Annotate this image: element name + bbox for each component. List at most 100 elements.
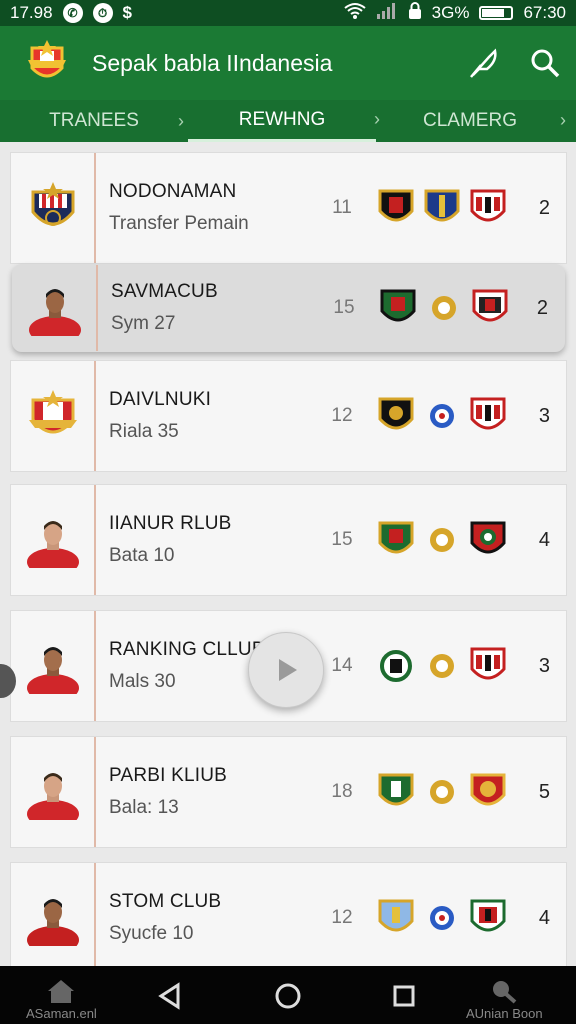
club-subtitle: Riala 35 — [109, 421, 179, 442]
list-item[interactable]: NODONAMAN Transfer Pemain 11 2 — [10, 152, 567, 264]
club-crest — [11, 153, 96, 263]
rank-number: 4 — [538, 528, 550, 551]
nav-home[interactable]: ASaman.enl — [26, 978, 97, 1021]
home-icon — [48, 980, 75, 1003]
played-count: 15 — [333, 297, 355, 318]
status-clock: 67:30 — [523, 3, 566, 22]
badge-icon — [432, 296, 456, 320]
status-bar: 17.98 ✆ ⏱ $ 3G% 67:30 — [0, 0, 576, 26]
played-count: 12 — [331, 405, 353, 426]
opponent-badges — [377, 185, 507, 231]
battery-icon — [479, 6, 514, 20]
badge-icon — [378, 773, 414, 806]
club-subtitle: Syucfe 10 — [109, 923, 194, 944]
club-subtitle: Transfer Pemain — [109, 213, 249, 234]
player-photo — [13, 265, 98, 351]
club-name: PARBI KLIUB — [109, 765, 227, 786]
tab-bar: TRANEES › REWHNG › CLAMERG › — [0, 100, 576, 142]
opponent-badges — [377, 517, 507, 563]
player-photo — [11, 863, 96, 973]
rank-number: 5 — [538, 780, 550, 803]
tab-rewhng[interactable]: REWHNG › — [188, 100, 380, 142]
app-bar: Sepak babla IIndanesia — [0, 26, 576, 100]
badge-icon — [470, 189, 506, 222]
opponent-badges — [377, 393, 507, 439]
tab-tranees[interactable]: TRANEES › — [0, 100, 188, 142]
chevron-right-icon: › — [560, 110, 566, 130]
rank-number: 2 — [536, 296, 548, 319]
list-item[interactable]: DAIVLNUKI Riala 35 12 3 — [10, 360, 567, 472]
badge-icon — [470, 397, 506, 430]
player-photo — [11, 485, 96, 595]
rank-number: 4 — [538, 906, 550, 929]
notification-icon: ✆ — [62, 3, 83, 23]
player-photo — [11, 737, 96, 847]
player-avatar-icon — [26, 899, 79, 946]
tab-clamerg[interactable]: CLAMERG — [376, 100, 564, 142]
player-avatar-icon — [28, 289, 81, 336]
signal-icon — [376, 2, 398, 25]
played-count: 11 — [332, 197, 352, 218]
badge-icon — [470, 647, 506, 680]
bottom-nav: ASaman.enl AUnian Boon — [0, 966, 576, 1024]
badge-icon — [470, 521, 506, 554]
home-circle-icon[interactable] — [274, 982, 302, 1010]
club-name: SAVMACUB — [111, 281, 218, 302]
search-icon[interactable] — [528, 46, 562, 80]
nav-home-label: ASaman.enl — [26, 1006, 97, 1021]
club-name: DAIVLNUKI — [109, 389, 212, 410]
club-name: NODONAMAN — [109, 181, 237, 202]
tab-label: REWHNG — [238, 108, 326, 130]
wifi-icon — [344, 2, 366, 25]
played-count: 14 — [331, 655, 353, 676]
club-name: IIANUR RLUB — [109, 513, 232, 534]
lock-icon — [408, 1, 422, 25]
search-icon — [493, 981, 517, 1004]
badge-icon — [472, 289, 508, 322]
rank-number: 2 — [538, 196, 550, 219]
player-avatar-icon — [26, 521, 79, 568]
opponent-badges — [379, 285, 509, 331]
nav-search[interactable]: AUnian Boon — [466, 978, 543, 1021]
nav-search-label: AUnian Boon — [466, 1006, 543, 1021]
badge-icon — [380, 650, 412, 682]
club-crest — [11, 361, 96, 471]
played-count: 12 — [331, 907, 353, 928]
chevron-right-icon: › — [178, 110, 184, 131]
list-item[interactable]: IIANUR RLUB Bata 10 15 4 — [10, 484, 567, 596]
feather-icon[interactable] — [466, 46, 500, 80]
badge-icon — [380, 289, 416, 322]
played-count: 18 — [331, 781, 353, 802]
player-avatar-icon — [26, 773, 79, 820]
badge-icon — [430, 528, 454, 552]
badge-icon — [430, 906, 454, 930]
clock-icon: ⏱ — [92, 3, 113, 23]
played-count: 15 — [331, 529, 353, 550]
club-subtitle: Bata 10 — [109, 545, 175, 566]
app-logo[interactable] — [22, 38, 72, 88]
opponent-badges — [377, 769, 507, 815]
play-icon — [279, 659, 297, 681]
list-item-selected[interactable]: SAVMACUB Sym 27 15 2 — [12, 264, 565, 352]
badge-icon — [430, 780, 454, 804]
badge-icon — [378, 899, 414, 932]
back-icon[interactable] — [156, 982, 184, 1010]
player-photo — [11, 611, 96, 721]
play-button[interactable] — [248, 632, 324, 708]
opponent-badges — [377, 895, 507, 941]
ranking-list: NODONAMAN Transfer Pemain 11 2 SAVMACUB … — [0, 142, 576, 974]
badge-icon — [378, 397, 414, 430]
shield-crest-icon — [31, 182, 74, 226]
club-name: STOM CLUB — [109, 891, 222, 912]
battery-text: 3G% — [431, 3, 470, 22]
rank-number: 3 — [538, 654, 550, 677]
list-item[interactable]: STOM CLUB Syucfe 10 12 4 — [10, 862, 567, 974]
list-item[interactable]: PARBI KLIUB Bala: 13 18 5 — [10, 736, 567, 848]
badge-icon — [430, 404, 454, 428]
recent-apps-icon[interactable] — [390, 982, 418, 1010]
opponent-badges — [377, 643, 507, 689]
club-subtitle: Bala: 13 — [109, 797, 179, 818]
dollar-icon: $ — [122, 3, 133, 22]
badge-icon — [470, 899, 506, 932]
shield-crest-icon — [28, 390, 77, 434]
